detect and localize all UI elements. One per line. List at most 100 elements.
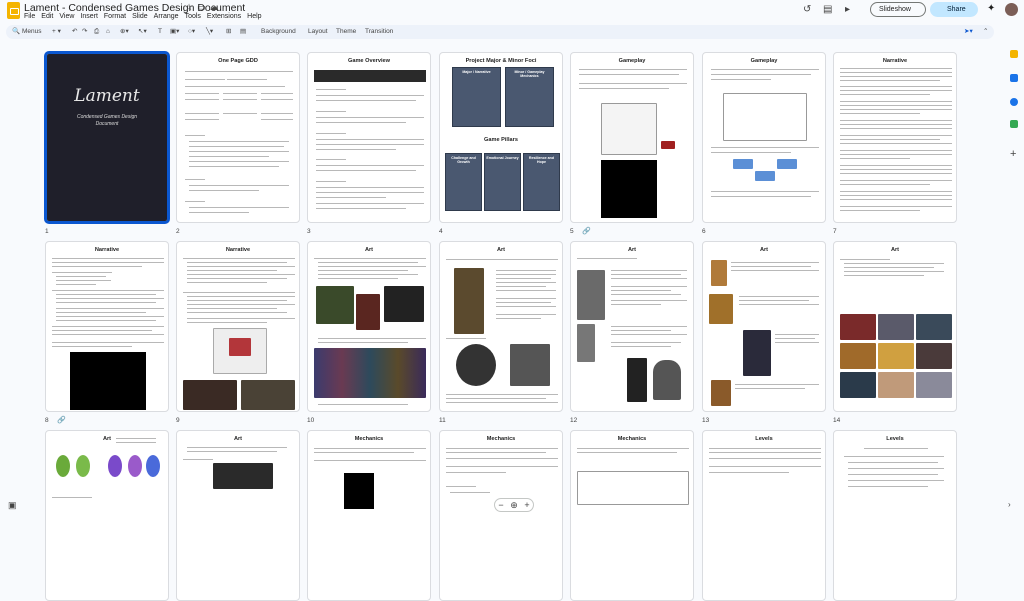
pillar-box-1: Challenge and Growth: [445, 153, 482, 211]
comment-icon[interactable]: ▤: [823, 4, 832, 15]
share-button[interactable]: Share: [930, 2, 978, 17]
avatar[interactable]: [1005, 3, 1018, 16]
slide-title: Art: [627, 247, 637, 253]
slide-thumbnail-14[interactable]: Art: [833, 241, 957, 412]
slide-number: 13: [702, 417, 710, 424]
meet-icon[interactable]: ▸: [845, 4, 850, 15]
paint-format-icon[interactable]: ⌂: [106, 25, 110, 39]
shape-icon[interactable]: ○▾: [188, 25, 195, 39]
expand-panel-icon[interactable]: ›: [1008, 500, 1011, 509]
select-icon[interactable]: ↖▾: [138, 25, 147, 39]
slide-thumbnail-10[interactable]: Art: [307, 241, 431, 412]
star-icon[interactable]: ☆: [185, 2, 197, 12]
textbox-icon[interactable]: T: [158, 25, 162, 39]
pointer-mode-icon[interactable]: ➤▾: [964, 25, 973, 39]
maps-icon[interactable]: [1010, 120, 1018, 128]
menu-arrange[interactable]: Arrange: [154, 13, 179, 20]
slide-thumbnail-3[interactable]: Game Overview: [307, 52, 431, 223]
slide-number: 12: [570, 417, 578, 424]
environment-art: [916, 314, 952, 340]
slides-logo-icon[interactable]: [7, 2, 20, 19]
background-button[interactable]: Background: [261, 25, 296, 39]
silhouette-image: [577, 270, 605, 320]
slide-title: Art: [233, 436, 243, 442]
menu-format[interactable]: Format: [104, 13, 126, 20]
zoom-icon[interactable]: ⊕: [510, 499, 518, 511]
theme-button[interactable]: Theme: [336, 25, 356, 39]
search-menus[interactable]: Menus: [22, 25, 42, 39]
panel-toggle-icon[interactable]: ▣: [8, 500, 17, 511]
add-addon-icon[interactable]: +: [1010, 148, 1016, 160]
side-panel: +: [1004, 28, 1024, 508]
slide-thumbnail-9[interactable]: Narrative: [176, 241, 300, 412]
redo-icon[interactable]: ↷: [82, 25, 87, 39]
print-icon[interactable]: ⎙: [94, 25, 99, 39]
slide-thumbnail-7[interactable]: Narrative: [833, 52, 957, 223]
menu-tools[interactable]: Tools: [185, 13, 201, 20]
slide-title: Levels: [755, 436, 773, 442]
zoom-icon[interactable]: ⊕▾: [120, 25, 129, 39]
zoom-in-icon[interactable]: +: [524, 499, 529, 511]
slide-thumbnail-12[interactable]: Art: [570, 241, 694, 412]
keep-icon[interactable]: [1010, 50, 1018, 58]
menu-extensions[interactable]: Extensions: [207, 13, 241, 20]
layout-button[interactable]: Layout: [308, 25, 328, 39]
slide-thumbnail-6[interactable]: Gameplay: [702, 52, 826, 223]
character-art: [454, 268, 484, 334]
zoom-out-icon[interactable]: −: [498, 499, 503, 511]
share-label: Share: [947, 6, 966, 13]
history-icon[interactable]: ↺: [803, 4, 811, 15]
link-icon: 🔗: [57, 417, 66, 424]
cloud-status-icon[interactable]: ☁: [210, 2, 223, 12]
slide-title: Mechanics: [486, 436, 516, 442]
slide-thumbnail-8[interactable]: Narrative: [45, 241, 169, 412]
menu-insert[interactable]: Insert: [80, 13, 98, 20]
slide-number: 7: [833, 228, 837, 235]
gemini-icon[interactable]: ✦: [987, 3, 995, 14]
pillar-box-2: Emotional Journey: [484, 153, 521, 211]
transition-button[interactable]: Transition: [365, 25, 393, 39]
new-slide-icon[interactable]: + ▾: [52, 25, 61, 39]
line-icon[interactable]: ╲▾: [206, 25, 213, 39]
slide-title: Game Overview: [348, 58, 390, 64]
collapse-menu-icon[interactable]: ⌃: [983, 25, 988, 39]
undo-icon[interactable]: ↶: [72, 25, 77, 39]
move-folder-icon[interactable]: ▭: [197, 2, 210, 12]
environment-art: [916, 372, 952, 398]
contacts-icon[interactable]: [1010, 98, 1018, 106]
menu-slide[interactable]: Slide: [132, 13, 148, 20]
search-icon[interactable]: 🔍: [12, 25, 20, 39]
character-art: [711, 260, 727, 286]
box-label: Challenge and Growth: [451, 156, 476, 164]
menu-edit[interactable]: Edit: [41, 13, 53, 20]
comment-add-icon[interactable]: ⊞: [226, 25, 231, 39]
stats-table: [577, 471, 689, 505]
slide-number: 2: [176, 228, 180, 235]
image-icon[interactable]: ▣▾: [170, 25, 179, 39]
link-icon: 🔗: [582, 228, 591, 235]
item-art: [76, 455, 90, 477]
slide-title: Art: [759, 247, 769, 253]
flow-diagram: [723, 93, 807, 141]
slide-thumbnail-1[interactable]: Lament Condensed Games Design Document: [45, 52, 169, 223]
environment-art: [840, 314, 876, 340]
video-placeholder: [70, 352, 146, 410]
menu-file[interactable]: File: [24, 13, 35, 20]
slide-thumbnail-13[interactable]: Art: [702, 241, 826, 412]
tasks-icon[interactable]: [1010, 74, 1018, 82]
slide-number: 9: [176, 417, 180, 424]
slide-thumbnail-4[interactable]: Project Major & Minor Foci Major / Narra…: [439, 52, 563, 223]
character-art: [711, 380, 731, 406]
slide-thumbnail-2[interactable]: One Page GDD: [176, 52, 300, 223]
menu-help[interactable]: Help: [247, 13, 261, 20]
slideshow-button[interactable]: Slideshow: [870, 2, 926, 17]
menu-view[interactable]: View: [59, 13, 74, 20]
box-label: Emotional Journey: [486, 156, 519, 160]
more-icon[interactable]: ▤: [240, 25, 246, 39]
slide-thumbnail-5[interactable]: Gameplay: [570, 52, 694, 223]
slide-title: Art: [496, 247, 506, 253]
title-actions: ☆▭☁: [185, 2, 223, 13]
character-art: [709, 294, 733, 324]
slide-thumbnail-11[interactable]: Art: [439, 241, 563, 412]
slide-title: Gameplay: [618, 58, 646, 64]
